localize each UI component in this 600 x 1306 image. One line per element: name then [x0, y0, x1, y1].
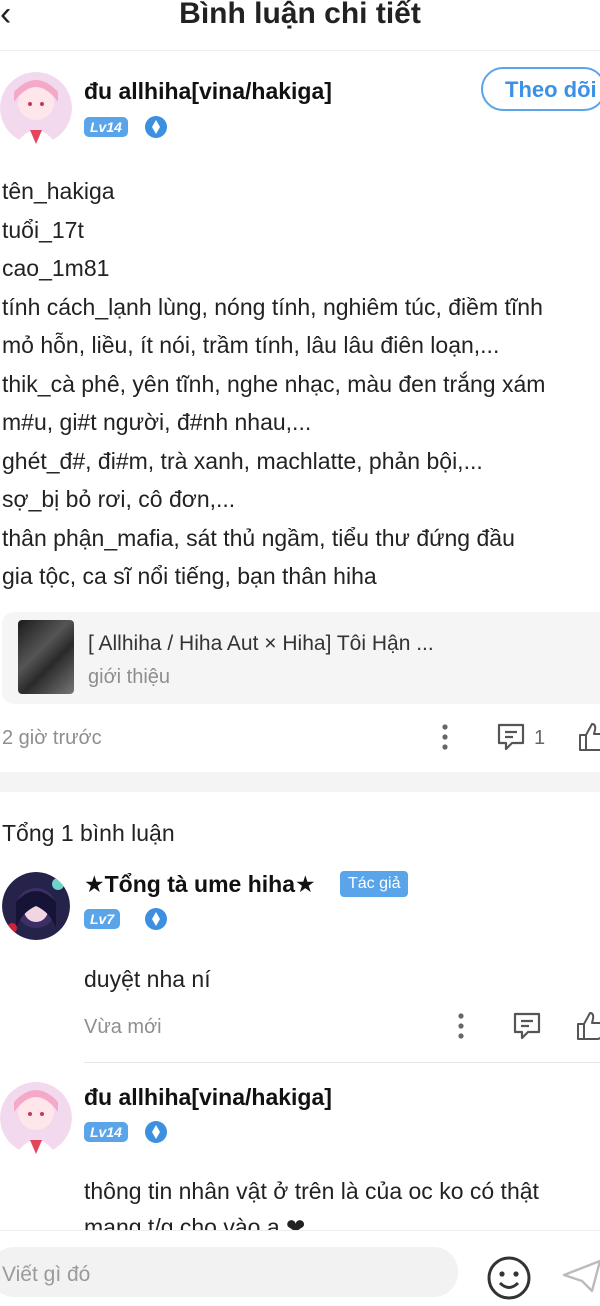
- page-title: Bình luận chi tiết: [179, 0, 421, 30]
- linked-story-card[interactable]: [ Allhiha / Hiha Aut × Hiha] Tôi Hận ...…: [2, 612, 600, 704]
- post-line: tên_hakiga: [2, 178, 115, 204]
- post-line: cao_1m81: [2, 255, 110, 281]
- more-options-icon[interactable]: [440, 722, 450, 752]
- post-line: mỏ hỗn, liều, ít nói, trầm tính, lâu lâu…: [2, 332, 500, 358]
- post-line: tính cách_lạnh lùng, nóng tính, nghiêm t…: [2, 293, 543, 320]
- comment-time: Vừa mới: [84, 1016, 162, 1038]
- comment-composer: Viết gì đó: [0, 1230, 600, 1300]
- like-icon[interactable]: [576, 1011, 600, 1041]
- commenter-avatar[interactable]: [2, 872, 70, 940]
- verified-shield-icon: [145, 115, 167, 139]
- post-line: m#u, gi#t người, đ#nh nhau,...: [2, 409, 312, 435]
- post-body: tên_hakiga tuổi_17t cao_1m81 tính cách_l…: [2, 172, 600, 596]
- emoji-icon[interactable]: [486, 1255, 532, 1301]
- post-author-avatar[interactable]: [0, 72, 72, 144]
- commenter-name[interactable]: đu allhiha[vina/hakiga]: [84, 1084, 332, 1111]
- story-subtitle: giới thiệu: [88, 666, 171, 688]
- post-time: 2 giờ trước: [2, 727, 102, 749]
- commenter-avatar[interactable]: [0, 1082, 72, 1154]
- author-badge: Tác giả: [340, 871, 409, 897]
- post-line: tuổi_17t: [2, 216, 84, 243]
- verified-shield-icon: [145, 907, 167, 931]
- level-badge: Lv14: [84, 1122, 128, 1142]
- post-line: ghét_đ#, đi#m, trà xanh, machlatte, phản…: [2, 447, 483, 474]
- story-title: [ Allhiha / Hiha Aut × Hiha] Tôi Hận ...: [88, 632, 434, 655]
- reply-icon[interactable]: [512, 1011, 542, 1041]
- send-icon[interactable]: [562, 1257, 600, 1293]
- story-thumbnail: [18, 620, 74, 694]
- post-line: sợ_bị bỏ rơi, cô đơn,...: [2, 486, 236, 512]
- more-options-icon[interactable]: [456, 1011, 466, 1041]
- level-badge: Lv7: [84, 909, 121, 929]
- comment-text: thông tin nhân vật ở trên là của oc ko c…: [84, 1178, 539, 1204]
- comment-separator: [84, 1062, 600, 1063]
- post-line: thik_cà phê, yên tĩnh, nghe nhạc, màu đe…: [2, 370, 546, 397]
- comment-count: 1: [534, 727, 546, 749]
- like-icon[interactable]: [578, 722, 600, 752]
- comments-total: Tổng 1 bình luận: [2, 820, 175, 846]
- post-author-name[interactable]: đu allhiha[vina/hakiga]: [84, 78, 332, 105]
- comment-input[interactable]: Viết gì đó: [0, 1247, 458, 1297]
- post-line: gia tộc, ca sĩ nổi tiếng, bạn thân hiha: [2, 563, 377, 589]
- follow-button[interactable]: Theo dõi: [481, 67, 600, 111]
- top-bar: ‹ Bình luận chi tiết: [0, 0, 600, 51]
- commenter-name[interactable]: ★Tổng tà ume hiha★: [84, 871, 316, 898]
- post-line: thân phận_mafia, sát thủ ngầm, tiểu thư …: [2, 524, 515, 551]
- section-divider: [0, 772, 600, 792]
- comment-text: duyệt nha ní: [84, 966, 211, 992]
- comment-input-placeholder: Viết gì đó: [2, 1263, 91, 1286]
- comment-icon[interactable]: [496, 722, 526, 752]
- verified-shield-icon: [145, 1120, 167, 1144]
- level-badge: Lv14: [84, 117, 128, 137]
